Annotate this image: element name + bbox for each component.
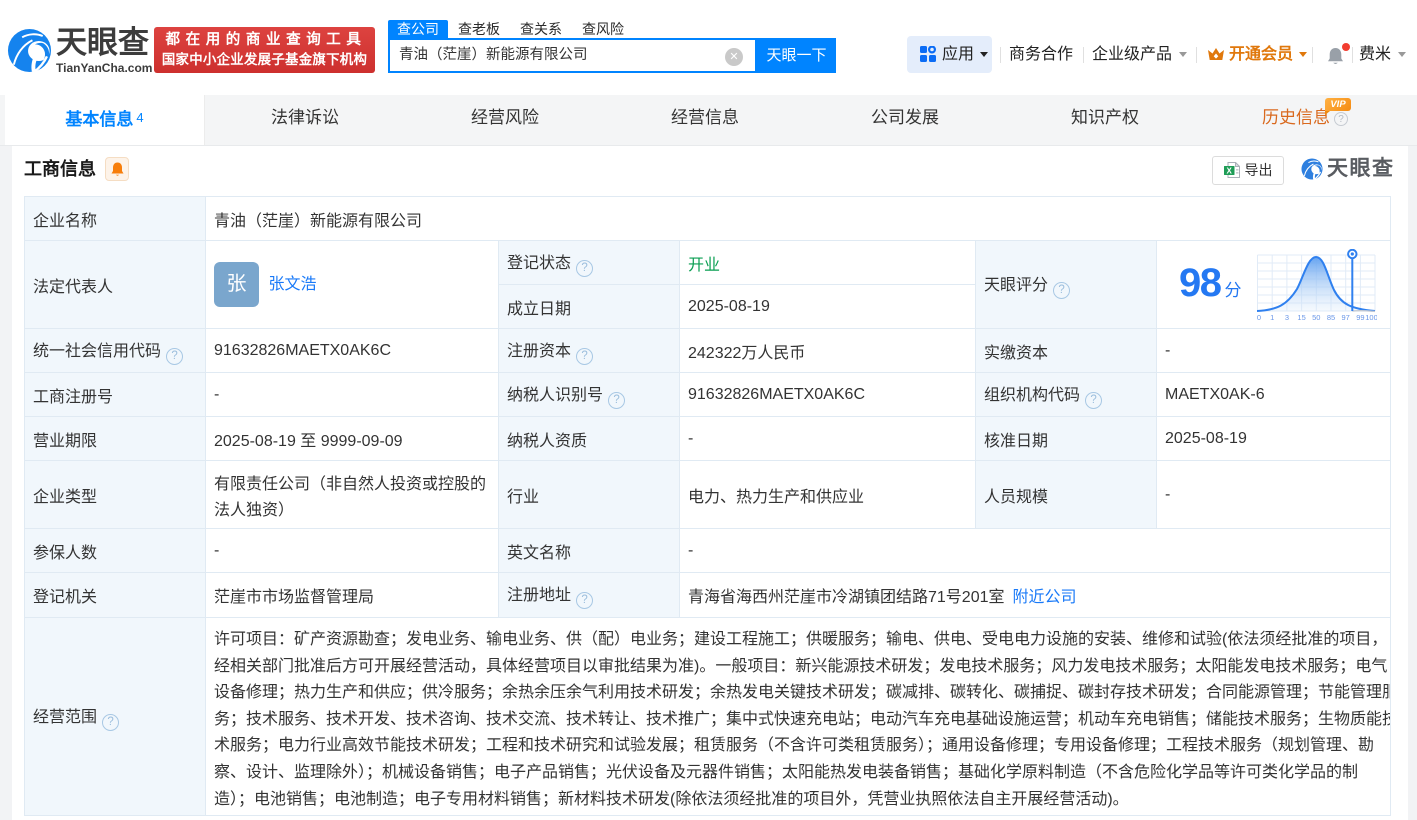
svg-text:85: 85	[1327, 313, 1335, 322]
svg-text:97: 97	[1342, 313, 1350, 322]
svg-text:3: 3	[1285, 313, 1289, 322]
svg-text:X: X	[1226, 166, 1232, 175]
svg-text:99: 99	[1356, 313, 1364, 322]
svg-text:50: 50	[1312, 313, 1320, 322]
svg-text:100: 100	[1365, 313, 1377, 322]
svg-text:15: 15	[1297, 313, 1305, 322]
svg-text:1: 1	[1270, 313, 1274, 322]
svg-text:0: 0	[1257, 313, 1261, 322]
